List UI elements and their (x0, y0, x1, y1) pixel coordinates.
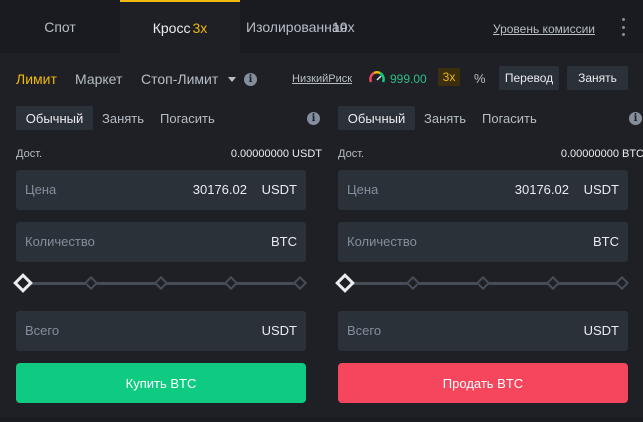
risk-level-link[interactable]: НизкийРиск (292, 73, 352, 85)
total-field[interactable]: Всего USDT (16, 311, 306, 351)
quantity-label: Количество (347, 234, 417, 249)
margin-mode-tabs: Спот Кросс 3x Изолированная 10x Уровень … (0, 0, 643, 53)
slider-thumb[interactable] (335, 273, 355, 293)
order-type-limit[interactable]: Лимит (16, 71, 57, 87)
tab-isolated[interactable]: Изолированная 10x (240, 0, 420, 53)
info-icon[interactable]: i (244, 73, 257, 86)
available-label: Дост. (16, 148, 43, 160)
total-unit: USDT (261, 323, 297, 338)
slider-step-100[interactable] (292, 275, 308, 291)
more-options-icon[interactable] (617, 18, 629, 36)
price-value: 30176.02 (514, 182, 569, 197)
slider-step-25[interactable] (405, 275, 421, 291)
tab-isolated-leverage: 10x (332, 18, 355, 35)
slider-step-75[interactable] (545, 275, 561, 291)
risk-gauge-icon (369, 71, 385, 83)
info-icon[interactable]: i (629, 112, 642, 125)
quantity-unit: BTC (593, 234, 619, 249)
quantity-field[interactable]: Количество BTC (338, 222, 628, 262)
percent-icon[interactable]: % (474, 71, 486, 86)
mode-repay-tab[interactable]: Погасить (482, 106, 537, 130)
quantity-label: Количество (25, 234, 95, 249)
slider-step-100[interactable] (614, 275, 630, 291)
mode-repay-tab[interactable]: Погасить (160, 106, 215, 130)
buy-btc-button[interactable]: Купить BTC (16, 363, 306, 403)
fee-level-link[interactable]: Уровень комиссии (493, 22, 595, 36)
price-label: Цена (347, 182, 379, 197)
mode-borrow-tab[interactable]: Занять (102, 106, 144, 130)
tab-cross[interactable]: Кросс 3x (120, 0, 240, 53)
mode-normal-tab[interactable]: Обычный (338, 106, 415, 130)
transfer-button[interactable]: Перевод (499, 66, 559, 90)
price-unit: USDT (583, 182, 619, 197)
total-label: Всего (347, 323, 382, 338)
tab-spot[interactable]: Спот (0, 0, 120, 53)
available-value: 0.00000000 USDT (230, 148, 322, 160)
chevron-down-icon[interactable] (228, 77, 236, 82)
available-label: Дост. (338, 148, 365, 160)
sell-panel: Обычный Занять Погасить i Дост. 0.000000… (335, 101, 643, 411)
bottom-divider (0, 417, 643, 422)
mode-normal-tab[interactable]: Обычный (16, 106, 93, 130)
amount-slider[interactable] (335, 273, 630, 293)
slider-step-25[interactable] (83, 275, 99, 291)
order-type-market[interactable]: Маркет (75, 71, 122, 87)
price-field[interactable]: Цена 30176.02 USDT (16, 170, 306, 210)
slider-step-75[interactable] (223, 275, 239, 291)
order-type-stop-limit[interactable]: Стоп-Лимит (141, 71, 218, 87)
info-icon[interactable]: i (307, 112, 320, 125)
tab-isolated-label: Изолированная (246, 18, 348, 35)
slider-step-50[interactable] (153, 275, 169, 291)
quantity-field[interactable]: Количество BTC (16, 222, 306, 262)
sell-btc-button[interactable]: Продать BTC (338, 363, 628, 403)
tab-cross-label: Кросс (152, 19, 191, 36)
quantity-unit: BTC (271, 234, 297, 249)
tab-cross-leverage: 3x (192, 19, 208, 36)
mode-borrow-tab[interactable]: Занять (424, 106, 466, 130)
total-unit: USDT (583, 323, 619, 338)
leverage-badge[interactable]: 3x (438, 68, 460, 86)
borrow-button[interactable]: Занять (567, 66, 628, 90)
slider-step-50[interactable] (475, 275, 491, 291)
buy-panel: Обычный Занять Погасить i Дост. 0.000000… (13, 101, 322, 411)
margin-level-value: 999.00 (390, 72, 427, 86)
amount-slider[interactable] (13, 273, 308, 293)
order-type-bar: Лимит Маркет Стоп-Лимит i НизкийРиск 999… (0, 53, 643, 101)
price-unit: USDT (261, 182, 297, 197)
price-value: 30176.02 (192, 182, 247, 197)
price-label: Цена (25, 182, 57, 197)
available-value: 0.00000000 BTC (560, 148, 643, 160)
total-field[interactable]: Всего USDT (338, 311, 628, 351)
price-field[interactable]: Цена 30176.02 USDT (338, 170, 628, 210)
total-label: Всего (25, 323, 60, 338)
tab-spot-label: Спот (44, 18, 76, 35)
slider-thumb[interactable] (13, 273, 33, 293)
